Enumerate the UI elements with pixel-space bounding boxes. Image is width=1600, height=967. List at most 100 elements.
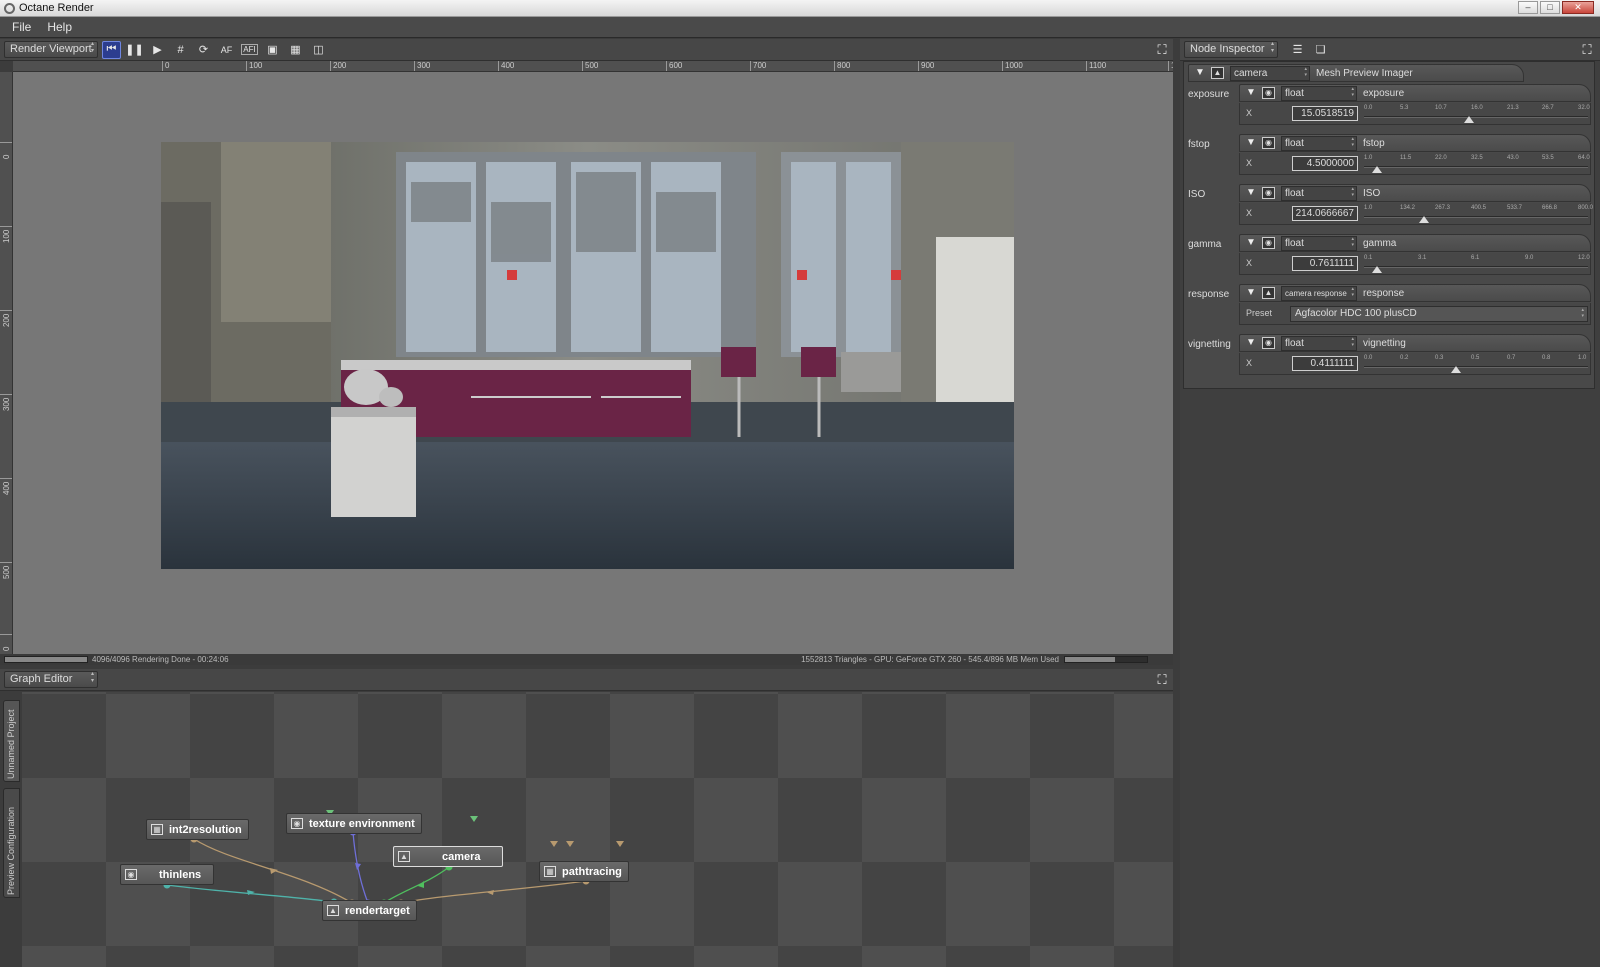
collapse-triangle-icon[interactable]: ▼: [1246, 238, 1256, 248]
axis-label: X: [1246, 258, 1253, 268]
graph-panel-select[interactable]: Graph Editor: [4, 671, 98, 688]
collapse-all-button[interactable]: ☰: [1288, 41, 1307, 59]
vertical-ruler: 0 100 200 300 400 500 0: [0, 72, 13, 654]
param-slider[interactable]: 0.1 3.1 6.1 9.0 12.0: [1364, 255, 1590, 273]
slider-tick-label: 11.5: [1400, 155, 1412, 161]
slider-tick-label: 26.7: [1542, 105, 1554, 111]
collapse-triangle-icon[interactable]: ▼: [1246, 88, 1256, 98]
viewport-fullscreen-icon[interactable]: ⛶: [1155, 43, 1169, 57]
node-select[interactable]: camera: [1230, 65, 1310, 81]
node-texture-environment[interactable]: ◉ texture environment: [286, 813, 422, 834]
ruler-tick: 0: [0, 142, 12, 159]
param-slider[interactable]: 0.0 5.3 10.7 16.0 21.3 26.7 32.0: [1364, 105, 1590, 123]
image-icon: ▲: [1211, 67, 1224, 79]
param-type-select[interactable]: float: [1281, 235, 1357, 251]
param-value-field[interactable]: 4.5000000: [1292, 156, 1358, 171]
param-label-vignetting: vignetting: [1188, 339, 1231, 350]
tab-unnamed-project[interactable]: Unnamed Project: [3, 700, 20, 782]
render-viewport[interactable]: [13, 72, 1173, 654]
param-type-select[interactable]: float: [1281, 85, 1357, 101]
param-slider[interactable]: 0.0 0.2 0.3 0.5 0.7 0.8 1.0: [1364, 355, 1588, 373]
memory-usage-bar: [1064, 656, 1148, 663]
slider-tick-label: 0.2: [1400, 355, 1409, 361]
collapse-triangle-icon[interactable]: ▼: [1246, 138, 1256, 148]
node-camera[interactable]: ▲ camera: [393, 846, 503, 867]
restart-render-button[interactable]: ⏮: [102, 40, 121, 59]
param-value-field[interactable]: 0.4111111: [1292, 356, 1358, 371]
node-rendertarget[interactable]: ▲ rendertarget: [322, 900, 417, 921]
checker-icon: ▦: [290, 44, 301, 56]
ruler-tick: 200: [0, 310, 12, 327]
slider-track: [1364, 216, 1588, 218]
float-type-icon: ◉: [1262, 137, 1275, 149]
menu-file[interactable]: File: [4, 20, 39, 34]
collapse-triangle-icon[interactable]: ▼: [1195, 68, 1205, 78]
collapse-triangle-icon[interactable]: ▼: [1246, 288, 1256, 298]
globe-node-icon: ◉: [291, 818, 303, 829]
render-statusbar: 4096/4096 Rendering Done - 00:24:06 1552…: [0, 654, 1173, 665]
grid-node-icon: ▦: [151, 824, 163, 835]
compare-button[interactable]: ◫: [309, 41, 328, 59]
float-type-icon: ◉: [1262, 187, 1275, 199]
horizontal-ruler: 0 100 200 300 400 500 600 700 800 900 10…: [13, 61, 1173, 72]
inspector-panel-select[interactable]: Node Inspector: [1184, 41, 1278, 58]
inspector-body: ▼ ▲ camera Mesh Preview Imager exposure▼…: [1183, 61, 1595, 389]
region-button[interactable]: ▣: [263, 41, 282, 59]
slider-thumb[interactable]: [1372, 166, 1382, 173]
checker-button[interactable]: ▦: [286, 41, 305, 59]
slider-tick-label: 1.0: [1364, 155, 1373, 161]
param-label-gamma: gamma: [1188, 239, 1222, 250]
param-header: ▼ ◉ float gamma: [1239, 234, 1591, 252]
expand-button[interactable]: ❏: [1311, 41, 1330, 59]
param-value-field[interactable]: 15.0518519: [1292, 106, 1358, 121]
param-header: ▼ ▲ camera response response: [1239, 284, 1591, 302]
node-int2resolution[interactable]: ▦ int2resolution: [146, 819, 249, 840]
graph-editor-canvas[interactable]: ▦ int2resolution ◉ texture environment ▲ ca…: [0, 692, 1173, 967]
autofocus-image-button[interactable]: AFI: [240, 41, 259, 59]
axis-label: X: [1246, 158, 1253, 168]
slider-tick-label: 6.1: [1471, 255, 1480, 261]
play-button[interactable]: ▶: [148, 41, 167, 59]
node-pathtracing[interactable]: ▦ pathtracing: [539, 861, 629, 882]
grid-button[interactable]: #: [171, 41, 190, 59]
tab-preview-configuration[interactable]: Preview Configuration: [3, 788, 20, 898]
preset-select[interactable]: Agfacolor HDC 100 plusCD: [1290, 306, 1588, 322]
param-type-select[interactable]: camera response: [1281, 285, 1357, 301]
refresh-button[interactable]: ⟳: [194, 41, 213, 59]
inspector-fullscreen-icon[interactable]: ⛶: [1580, 43, 1594, 57]
param-type-select[interactable]: float: [1281, 135, 1357, 151]
collapse-triangle-icon[interactable]: ▼: [1246, 188, 1256, 198]
render-progress-bar: [4, 656, 88, 663]
param-slider[interactable]: 1.0 134.2 267.3 400.5 533.7 666.8 800.0: [1364, 205, 1593, 223]
slider-thumb[interactable]: [1451, 366, 1461, 373]
graph-fullscreen-icon[interactable]: ⛶: [1155, 673, 1169, 687]
slider-thumb[interactable]: [1372, 266, 1382, 273]
param-type-select[interactable]: float: [1281, 335, 1357, 351]
param-value-field[interactable]: 0.7611111: [1292, 256, 1358, 271]
node-thinlens[interactable]: ◉ thinlens: [120, 864, 214, 885]
collapse-triangle-icon[interactable]: ▼: [1246, 338, 1256, 348]
param-slider[interactable]: 1.0 11.5 22.0 32.5 43.0 53.5 64.0: [1364, 155, 1590, 173]
pause-button[interactable]: ❚❚: [125, 41, 144, 59]
autofocus-button[interactable]: AF: [217, 41, 236, 59]
maximize-button[interactable]: □: [1540, 1, 1560, 14]
param-header: ▼ ◉ float fstop: [1239, 134, 1591, 152]
param-value-row: Preset Agfacolor HDC 100 plusCD: [1239, 303, 1591, 325]
menu-help[interactable]: Help: [39, 20, 80, 34]
param-type-select[interactable]: float: [1281, 185, 1357, 201]
param-label-response: response: [1188, 289, 1230, 300]
param-gamma: ▼ ◉ float gamma X 0.7611111 0.1 3.1 6.1 9.0 12.0: [1239, 234, 1591, 278]
slider-thumb[interactable]: [1464, 116, 1474, 123]
ruler-tick: 700: [750, 61, 766, 71]
slider-tick-label: 0.1: [1364, 255, 1373, 261]
param-value-field[interactable]: 214.0666667: [1292, 206, 1358, 221]
slider-tick-label: 16.0: [1471, 105, 1483, 111]
af-label: AF: [220, 44, 233, 55]
viewport-panel-select[interactable]: Render Viewport: [4, 41, 98, 58]
node-label: texture environment: [309, 817, 415, 830]
close-button[interactable]: ✕: [1562, 1, 1594, 14]
minimize-button[interactable]: –: [1518, 1, 1538, 14]
slider-thumb[interactable]: [1419, 216, 1429, 223]
node-label: camera: [442, 850, 481, 863]
app-icon: [4, 2, 15, 14]
